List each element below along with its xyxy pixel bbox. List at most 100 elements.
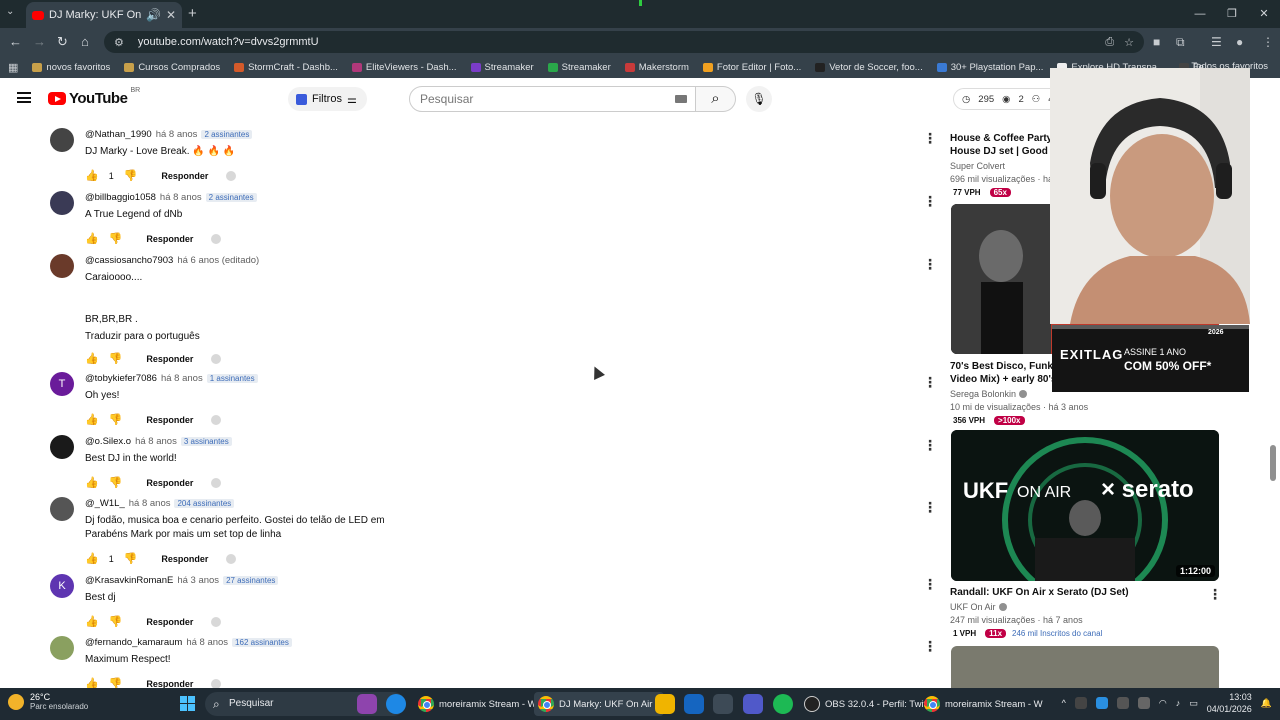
video-thumbnail[interactable] bbox=[951, 646, 1219, 688]
filters-button[interactable]: Filtros ⚌ bbox=[288, 87, 367, 111]
speaker-icon[interactable]: 🔊 bbox=[146, 8, 161, 22]
tab-youtube[interactable]: DJ Marky: UKF On Air x Ser 🔊 ✕ bbox=[26, 2, 182, 28]
reading-list-icon[interactable]: ☰ bbox=[1211, 35, 1222, 49]
comment-time[interactable]: há 3 anos bbox=[177, 575, 219, 586]
avatar[interactable] bbox=[50, 497, 74, 521]
reload-icon[interactable]: ↻ bbox=[57, 34, 68, 50]
avatar[interactable]: K bbox=[50, 574, 74, 598]
close-window-icon[interactable]: ✕ bbox=[1248, 0, 1280, 28]
profile-icon[interactable]: ● bbox=[1236, 35, 1243, 49]
forward-icon[interactable]: → bbox=[33, 34, 46, 49]
like-icon[interactable]: 👍 bbox=[85, 552, 99, 565]
close-tab-icon[interactable]: ✕ bbox=[166, 8, 176, 22]
comment-author[interactable]: @tobykiefer7086 bbox=[85, 373, 157, 384]
omnibox[interactable]: ⚙ youtube.com/watch?v=dvvs2grmmtU ⎙ ☆ bbox=[104, 31, 1144, 53]
puzzle-icon[interactable]: ⧉ bbox=[1176, 35, 1185, 50]
dislike-icon[interactable]: 👎 bbox=[109, 615, 123, 628]
reply-button[interactable]: Responder bbox=[146, 234, 193, 244]
comment-menu-icon[interactable]: ⋮ bbox=[923, 499, 937, 516]
comment-time[interactable]: há 8 anos bbox=[160, 192, 202, 203]
site-info-icon[interactable]: ⚙ bbox=[114, 36, 124, 49]
restore-icon[interactable]: ❐ bbox=[1216, 0, 1248, 28]
voice-search-button[interactable]: 🎙 bbox=[746, 86, 772, 112]
reply-button[interactable]: Responder bbox=[146, 679, 193, 689]
comment-menu-icon[interactable]: ⋮ bbox=[923, 638, 937, 655]
like-icon[interactable]: 👍 bbox=[85, 677, 99, 688]
bookmark-item[interactable]: Cursos Comprados bbox=[124, 62, 220, 73]
related-video-2[interactable]: Randall: UKF On Air x Serato (DJ Set) UK… bbox=[950, 586, 1240, 638]
avatar[interactable] bbox=[50, 435, 74, 459]
dislike-icon[interactable]: 👎 bbox=[124, 169, 138, 182]
sponsor-banner[interactable]: EXITLAG ASSINE 1 ANO COM 50% OFF* 2026 bbox=[1052, 325, 1249, 392]
video-title[interactable]: Randall: UKF On Air x Serato (DJ Set) bbox=[950, 586, 1240, 599]
channel-name[interactable]: Serega Bolonkin bbox=[950, 389, 1016, 399]
comment-menu-icon[interactable]: ⋮ bbox=[923, 374, 937, 391]
edge-icon[interactable] bbox=[386, 694, 406, 714]
reply-button[interactable]: Responder bbox=[146, 478, 193, 488]
dislike-icon[interactable]: 👎 bbox=[109, 232, 123, 245]
bookmark-item[interactable]: novos favoritos bbox=[32, 62, 110, 73]
notifications-icon[interactable]: 🔔 bbox=[1261, 698, 1272, 709]
translate-link[interactable]: Traduzir para o português bbox=[85, 331, 885, 342]
keyboard-icon[interactable] bbox=[675, 95, 687, 103]
dislike-icon[interactable]: 👎 bbox=[124, 552, 138, 565]
minimize-icon[interactable]: — bbox=[1184, 0, 1216, 28]
bookmark-item[interactable]: 30+ Playstation Pap... bbox=[936, 62, 1043, 73]
bookmark-item[interactable]: Streamaker bbox=[547, 62, 611, 73]
like-icon[interactable]: 👍 bbox=[85, 615, 99, 628]
network-icon[interactable]: ◠ bbox=[1159, 698, 1167, 709]
reply-button[interactable]: Responder bbox=[161, 554, 208, 564]
url-text[interactable]: youtube.com/watch?v=dvvs2grmmtU bbox=[124, 36, 1095, 48]
reply-button[interactable]: Responder bbox=[146, 617, 193, 627]
comment-author[interactable]: @fernando_kamaraum bbox=[85, 637, 182, 648]
teams-icon[interactable] bbox=[743, 694, 763, 714]
new-tab-icon[interactable]: + bbox=[188, 5, 197, 22]
windows-start-icon[interactable] bbox=[180, 696, 195, 711]
avatar[interactable] bbox=[50, 128, 74, 152]
page-scrollbar[interactable] bbox=[1270, 445, 1276, 481]
dislike-icon[interactable]: 👎 bbox=[109, 677, 123, 688]
youtube-logo[interactable]: YouTube BR bbox=[48, 87, 140, 107]
video-thumbnail[interactable]: UKF ON AIR × serato 1:12:00 bbox=[951, 430, 1219, 581]
dislike-icon[interactable]: 👎 bbox=[109, 352, 123, 365]
comment-time[interactable]: há 8 anos bbox=[161, 373, 203, 384]
avatar[interactable]: T bbox=[50, 372, 74, 396]
clock[interactable]: 13:03 04/01/2026 bbox=[1207, 691, 1252, 715]
comment-author[interactable]: @cassiosancho7903 bbox=[85, 255, 173, 266]
file-explorer-icon[interactable] bbox=[655, 694, 675, 714]
comment-author[interactable]: @_W1L_ bbox=[85, 498, 125, 509]
extension-icon[interactable]: ■ bbox=[1153, 35, 1160, 49]
bookmark-item[interactable]: Streamaker bbox=[470, 62, 534, 73]
dislike-icon[interactable]: 👎 bbox=[109, 413, 123, 426]
battery-icon[interactable]: ▭ bbox=[1189, 698, 1198, 709]
avatar[interactable] bbox=[50, 636, 74, 660]
menu-icon[interactable]: ⋮ bbox=[1262, 35, 1274, 49]
home-icon[interactable]: ⌂ bbox=[81, 34, 89, 49]
comment-author[interactable]: @o.Silex.o bbox=[85, 436, 131, 447]
comment-author[interactable]: @KrasavkinRomanE bbox=[85, 575, 173, 586]
volume-icon[interactable]: ♪ bbox=[1176, 698, 1181, 708]
comment-author[interactable]: @Nathan_1990 bbox=[85, 129, 152, 140]
apps-grid-icon[interactable]: ▦ bbox=[8, 61, 18, 74]
comment-menu-icon[interactable]: ⋮ bbox=[923, 193, 937, 210]
comment-time[interactable]: há 8 anos bbox=[129, 498, 171, 509]
like-icon[interactable]: 👍 bbox=[85, 413, 99, 426]
like-icon[interactable]: 👍 bbox=[85, 232, 99, 245]
taskbar-obs[interactable]: OBS 32.0.4 - Perfil: Twitc bbox=[800, 692, 935, 716]
bookmark-item[interactable]: Fotor Editor | Foto... bbox=[702, 62, 801, 73]
avatar[interactable] bbox=[50, 254, 74, 278]
comment-time[interactable]: há 8 anos bbox=[135, 436, 177, 447]
comment-menu-icon[interactable]: ⋮ bbox=[923, 437, 937, 454]
bookmark-item[interactable]: StormCraft - Dashb... bbox=[234, 62, 338, 73]
outlook-icon[interactable] bbox=[684, 694, 704, 714]
like-icon[interactable]: 👍 bbox=[85, 352, 99, 365]
reply-button[interactable]: Responder bbox=[146, 354, 193, 364]
like-icon[interactable]: 👍 bbox=[85, 476, 99, 489]
tab-search-icon[interactable]: ⌄ bbox=[6, 6, 14, 17]
like-icon[interactable]: 👍 bbox=[85, 169, 99, 182]
copilot-icon[interactable] bbox=[357, 694, 377, 714]
taskbar-chrome-1[interactable]: moreiramix Stream - W bbox=[414, 692, 541, 716]
tray-app-icon[interactable] bbox=[1137, 697, 1150, 709]
more-options-icon[interactable]: ⋮ bbox=[1208, 586, 1222, 603]
bookmark-item[interactable]: Makerstorm bbox=[624, 62, 689, 73]
